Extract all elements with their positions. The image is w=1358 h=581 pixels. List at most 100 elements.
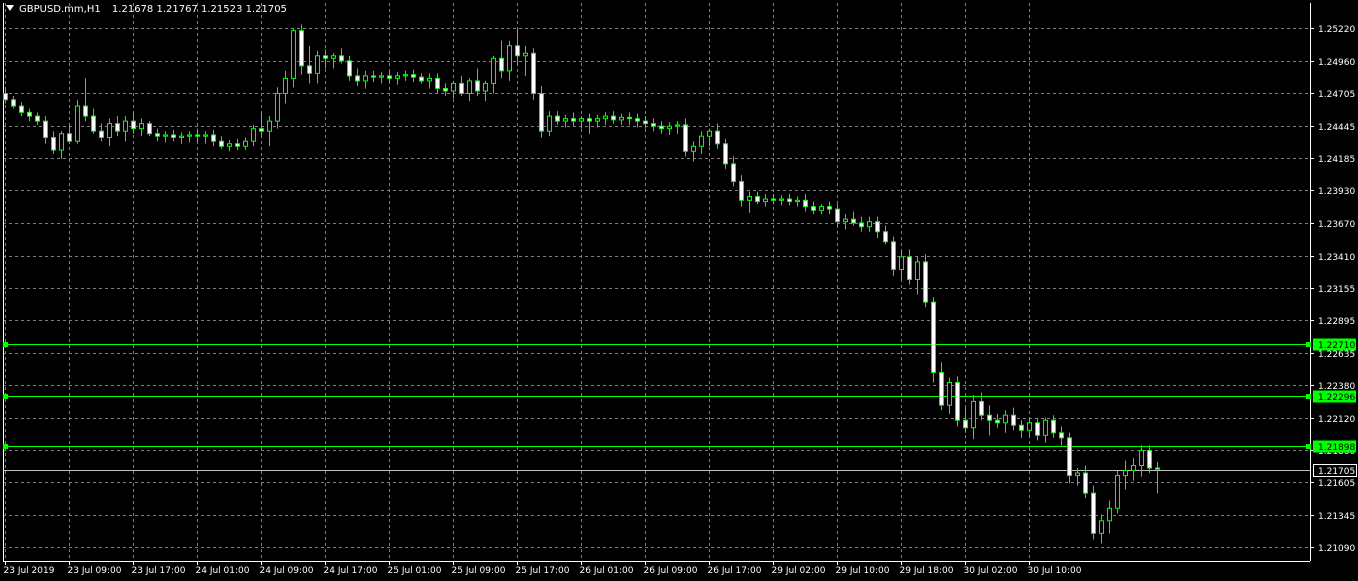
level-tag-label: 1.22296 (1318, 393, 1355, 403)
x-tick-label: 30 Jul 02:00 (964, 566, 1018, 576)
candle-body-bear (587, 118, 592, 122)
x-tick-label: 30 Jul 10:00 (1028, 566, 1082, 576)
level-handle[interactable] (1306, 394, 1311, 399)
level-tag-label: 1.21898 (1318, 443, 1355, 453)
level-handle[interactable] (3, 394, 8, 399)
candle-body-bull (595, 118, 600, 122)
x-tick-label: 29 Jul 10:00 (836, 566, 890, 576)
candle (819, 204, 824, 215)
candle (171, 129, 176, 142)
y-tick-label: 1.23410 (1318, 253, 1355, 263)
candle-body-bull (523, 52, 528, 57)
price-axis: 1.25220 1.24960 1.24705 1.24445 1.24185 1.239… (1310, 3, 1355, 561)
candle (19, 102, 24, 117)
candle-body-bear (99, 130, 104, 138)
price-chart[interactable]: 1.25220 1.24960 1.24705 1.24445 1.24185 1.239… (0, 0, 1358, 581)
candle-body-bull (915, 261, 920, 280)
candle-body-bear (155, 133, 160, 137)
candle (755, 191, 760, 205)
candle (539, 85, 544, 138)
candle (587, 113, 592, 134)
level-handle[interactable] (1306, 342, 1311, 347)
candle (379, 72, 384, 84)
candle-body-bull (547, 115, 552, 132)
candle (907, 249, 912, 285)
candle-body-bear (731, 163, 736, 182)
chart-window[interactable]: 1.25220 1.24960 1.24705 1.24445 1.24185 1.239… (0, 0, 1358, 581)
candle (107, 118, 112, 147)
candle-body-bull (275, 92, 280, 122)
candle (371, 70, 376, 83)
candle-body-bull (1123, 470, 1128, 477)
level-handle[interactable] (3, 444, 8, 449)
candle (403, 70, 408, 81)
candle (475, 68, 480, 96)
grid (3, 3, 1310, 561)
candle (27, 108, 32, 122)
candle-body-bull (675, 124, 680, 127)
candle-body-bear (35, 115, 40, 122)
candle (947, 377, 952, 414)
candle (131, 112, 136, 134)
candle (555, 111, 560, 125)
candle-body-bull (867, 221, 872, 228)
candle-body-bear (355, 75, 360, 82)
candle (3, 87, 8, 104)
x-tick-label: 23 Jul 09:00 (68, 566, 122, 576)
candle (291, 28, 296, 88)
x-tick-label: 26 Jul 01:00 (580, 566, 634, 576)
candle (987, 405, 992, 436)
candle-body-bull (283, 77, 288, 94)
candle-body-bear (755, 196, 760, 203)
candle (331, 53, 336, 69)
candle (795, 196, 800, 207)
candle-body-bear (443, 87, 448, 92)
candle (787, 194, 792, 206)
ohlc-low: 1.21523 (201, 4, 243, 15)
candle (651, 118, 656, 132)
level-handle[interactable] (3, 342, 8, 347)
candle (635, 113, 640, 128)
triangle-down-icon[interactable] (6, 5, 14, 11)
candle-body-bear (859, 222, 864, 228)
candle-body-bear (131, 120, 136, 130)
candle (355, 68, 360, 86)
candle-body-bear (115, 123, 120, 132)
horizontal-levels[interactable] (3, 342, 1311, 471)
candle-body-bull (363, 75, 368, 82)
candle-body-bear (387, 75, 392, 79)
candle-body-bear (259, 128, 264, 132)
candle (163, 131, 168, 143)
candle (835, 204, 840, 226)
y-tick-label: 1.23670 (1318, 220, 1355, 230)
y-tick-label: 1.25220 (1318, 25, 1355, 35)
candle-body-bear (723, 143, 728, 165)
candle (363, 70, 368, 89)
chart-symbol: GBPUSD.mm,H1 (19, 4, 101, 15)
x-tick-label: 26 Jul 09:00 (644, 566, 698, 576)
candle-body-bear (715, 130, 720, 145)
candle (1099, 514, 1104, 544)
y-tick-label: 1.24445 (1318, 123, 1355, 133)
candle (931, 297, 936, 383)
candle-body-bear (307, 65, 312, 74)
candle-body-bear (51, 136, 56, 151)
candle (155, 128, 160, 142)
candle-body-bear (1067, 437, 1072, 477)
chart-title: GBPUSD.mm,H1 1.21678 1.21767 1.21523 1.2… (6, 3, 287, 17)
candle (779, 195, 784, 206)
candle-body-bear (347, 60, 352, 77)
candle (995, 413, 1000, 428)
candle-body-bear (43, 120, 48, 138)
bid-tag-label: 1.21705 (1318, 467, 1355, 477)
candle-body-bull (843, 218, 848, 223)
candle-body-bear (1083, 472, 1088, 494)
level-handle[interactable] (1306, 444, 1311, 449)
ohlc-close: 1.21705 (245, 4, 287, 15)
candle (243, 137, 248, 151)
candle (523, 45, 528, 76)
candle (603, 112, 608, 125)
candle-body-bear (883, 231, 888, 243)
candle-body-bull (1115, 475, 1120, 509)
candle-body-bear (1051, 419, 1056, 434)
